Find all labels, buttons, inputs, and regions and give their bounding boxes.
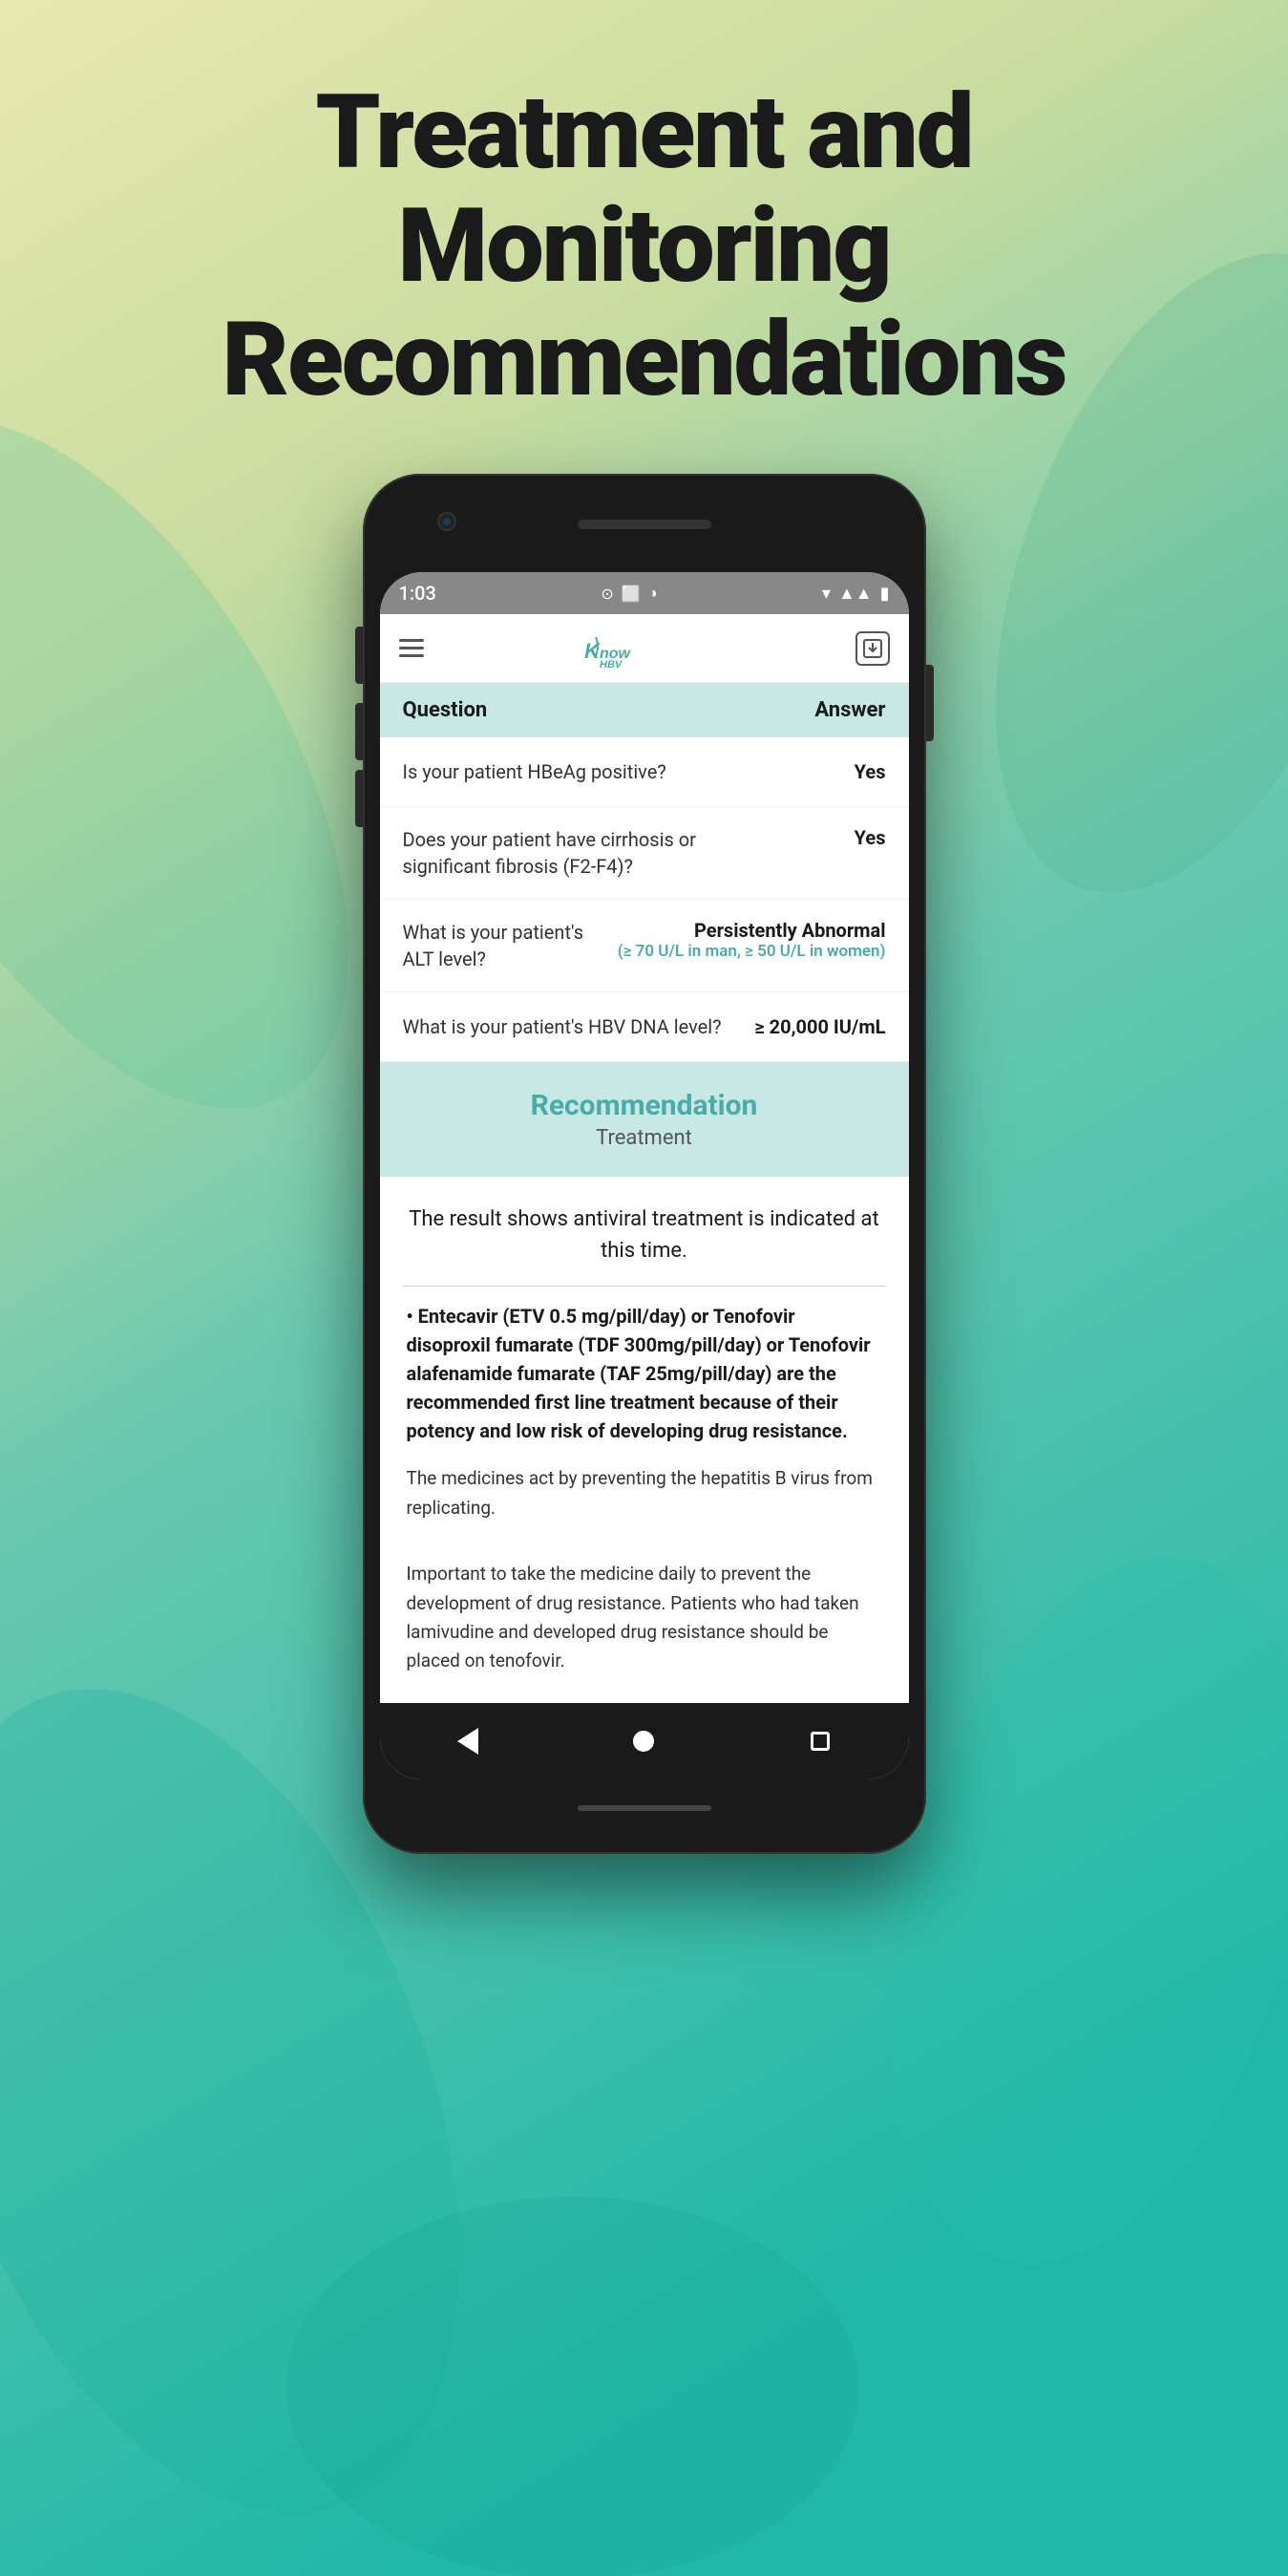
nav-icon: ⊙ bbox=[601, 585, 613, 603]
nav-recents-button[interactable] bbox=[796, 1717, 844, 1765]
question-1: Is your patient HBeAg positive? bbox=[403, 758, 728, 785]
page-title: Treatment and Monitoring Recommendations bbox=[76, 76, 1212, 416]
table-header-question: Question bbox=[403, 698, 488, 722]
status-time: 1:03 bbox=[399, 582, 436, 605]
question-3: What is your patient's ALT level? bbox=[403, 919, 618, 972]
page-title-area: Treatment and Monitoring Recommendations bbox=[0, 0, 1288, 455]
answer-2: Yes bbox=[855, 826, 886, 849]
phone-wrapper: 1:03 ⊙ ⬜ ◑ ▾ ▲▲ ▮ bbox=[0, 455, 1288, 1853]
battery-icon: ▮ bbox=[880, 584, 890, 604]
signal-icon: ▲▲ bbox=[838, 584, 873, 604]
wifi-icon: ▾ bbox=[822, 584, 831, 604]
result-divider bbox=[403, 1286, 886, 1287]
app-logo: K now HBV bbox=[582, 629, 697, 668]
result-section: The result shows antiviral treatment is … bbox=[380, 1177, 909, 1702]
menu-button[interactable] bbox=[399, 639, 424, 657]
phone-screen: 1:03 ⊙ ⬜ ◑ ▾ ▲▲ ▮ bbox=[380, 572, 909, 1778]
front-camera bbox=[437, 512, 456, 531]
app-bar: K now HBV bbox=[380, 614, 909, 683]
home-bar bbox=[578, 1805, 711, 1811]
answer-3: Persistently Abnormal (≥ 70 U/L in man, … bbox=[618, 919, 886, 961]
question-2: Does your patient have cirrhosis or sign… bbox=[403, 826, 728, 880]
download-button[interactable] bbox=[855, 631, 890, 666]
bottom-navigation bbox=[380, 1703, 909, 1779]
status-bar: 1:03 ⊙ ⬜ ◑ ▾ ▲▲ ▮ bbox=[380, 572, 909, 614]
answer-1: Yes bbox=[855, 760, 886, 783]
treatment-note-1: The medicines act by preventing the hepa… bbox=[407, 1464, 882, 1522]
page-title-line2: Recommendations bbox=[222, 300, 1066, 420]
table-row: Does your patient have cirrhosis or sign… bbox=[380, 807, 909, 900]
table-row: What is your patient's ALT level? Persis… bbox=[380, 900, 909, 992]
status-right-icons: ▾ ▲▲ ▮ bbox=[822, 584, 890, 604]
phone-speaker bbox=[578, 520, 711, 529]
lock-icon: ⬜ bbox=[622, 585, 641, 603]
recommendation-section: Recommendation Treatment bbox=[380, 1062, 909, 1177]
treatment-list: • Entecavir (ETV 0.5 mg/pill/day) or Ten… bbox=[403, 1302, 886, 1675]
alarm-icon: ◑ bbox=[648, 584, 658, 603]
table-header: Question Answer bbox=[380, 683, 909, 737]
status-left-icons: ⊙ ⬜ ◑ bbox=[601, 584, 657, 603]
table-row: Is your patient HBeAg positive? Yes bbox=[380, 737, 909, 807]
table-body: Is your patient HBeAg positive? Yes Does… bbox=[380, 737, 909, 1062]
table-row: What is your patient's HBV DNA level? ≥ … bbox=[380, 992, 909, 1062]
result-main-text: The result shows antiviral treatment is … bbox=[403, 1203, 886, 1267]
table-header-answer: Answer bbox=[814, 698, 885, 722]
treatment-main-text: • Entecavir (ETV 0.5 mg/pill/day) or Ten… bbox=[407, 1302, 882, 1445]
phone-bezel-top bbox=[380, 491, 909, 572]
page-title-line1: Treatment and Monitoring bbox=[316, 73, 973, 307]
phone-bezel-bottom bbox=[380, 1779, 909, 1837]
phone-device: 1:03 ⊙ ⬜ ◑ ▾ ▲▲ ▮ bbox=[363, 474, 926, 1853]
recommendation-subtitle: Treatment bbox=[403, 1126, 886, 1150]
recommendation-title: Recommendation bbox=[403, 1089, 886, 1122]
question-4: What is your patient's HBV DNA level? bbox=[403, 1013, 728, 1040]
nav-back-button[interactable] bbox=[444, 1717, 492, 1765]
answer-4: ≥ 20,000 IU/mL bbox=[754, 1015, 885, 1038]
svg-text:HBV: HBV bbox=[600, 659, 623, 668]
treatment-note-2: Important to take the medicine daily to … bbox=[407, 1560, 882, 1676]
nav-home-button[interactable] bbox=[620, 1717, 667, 1765]
